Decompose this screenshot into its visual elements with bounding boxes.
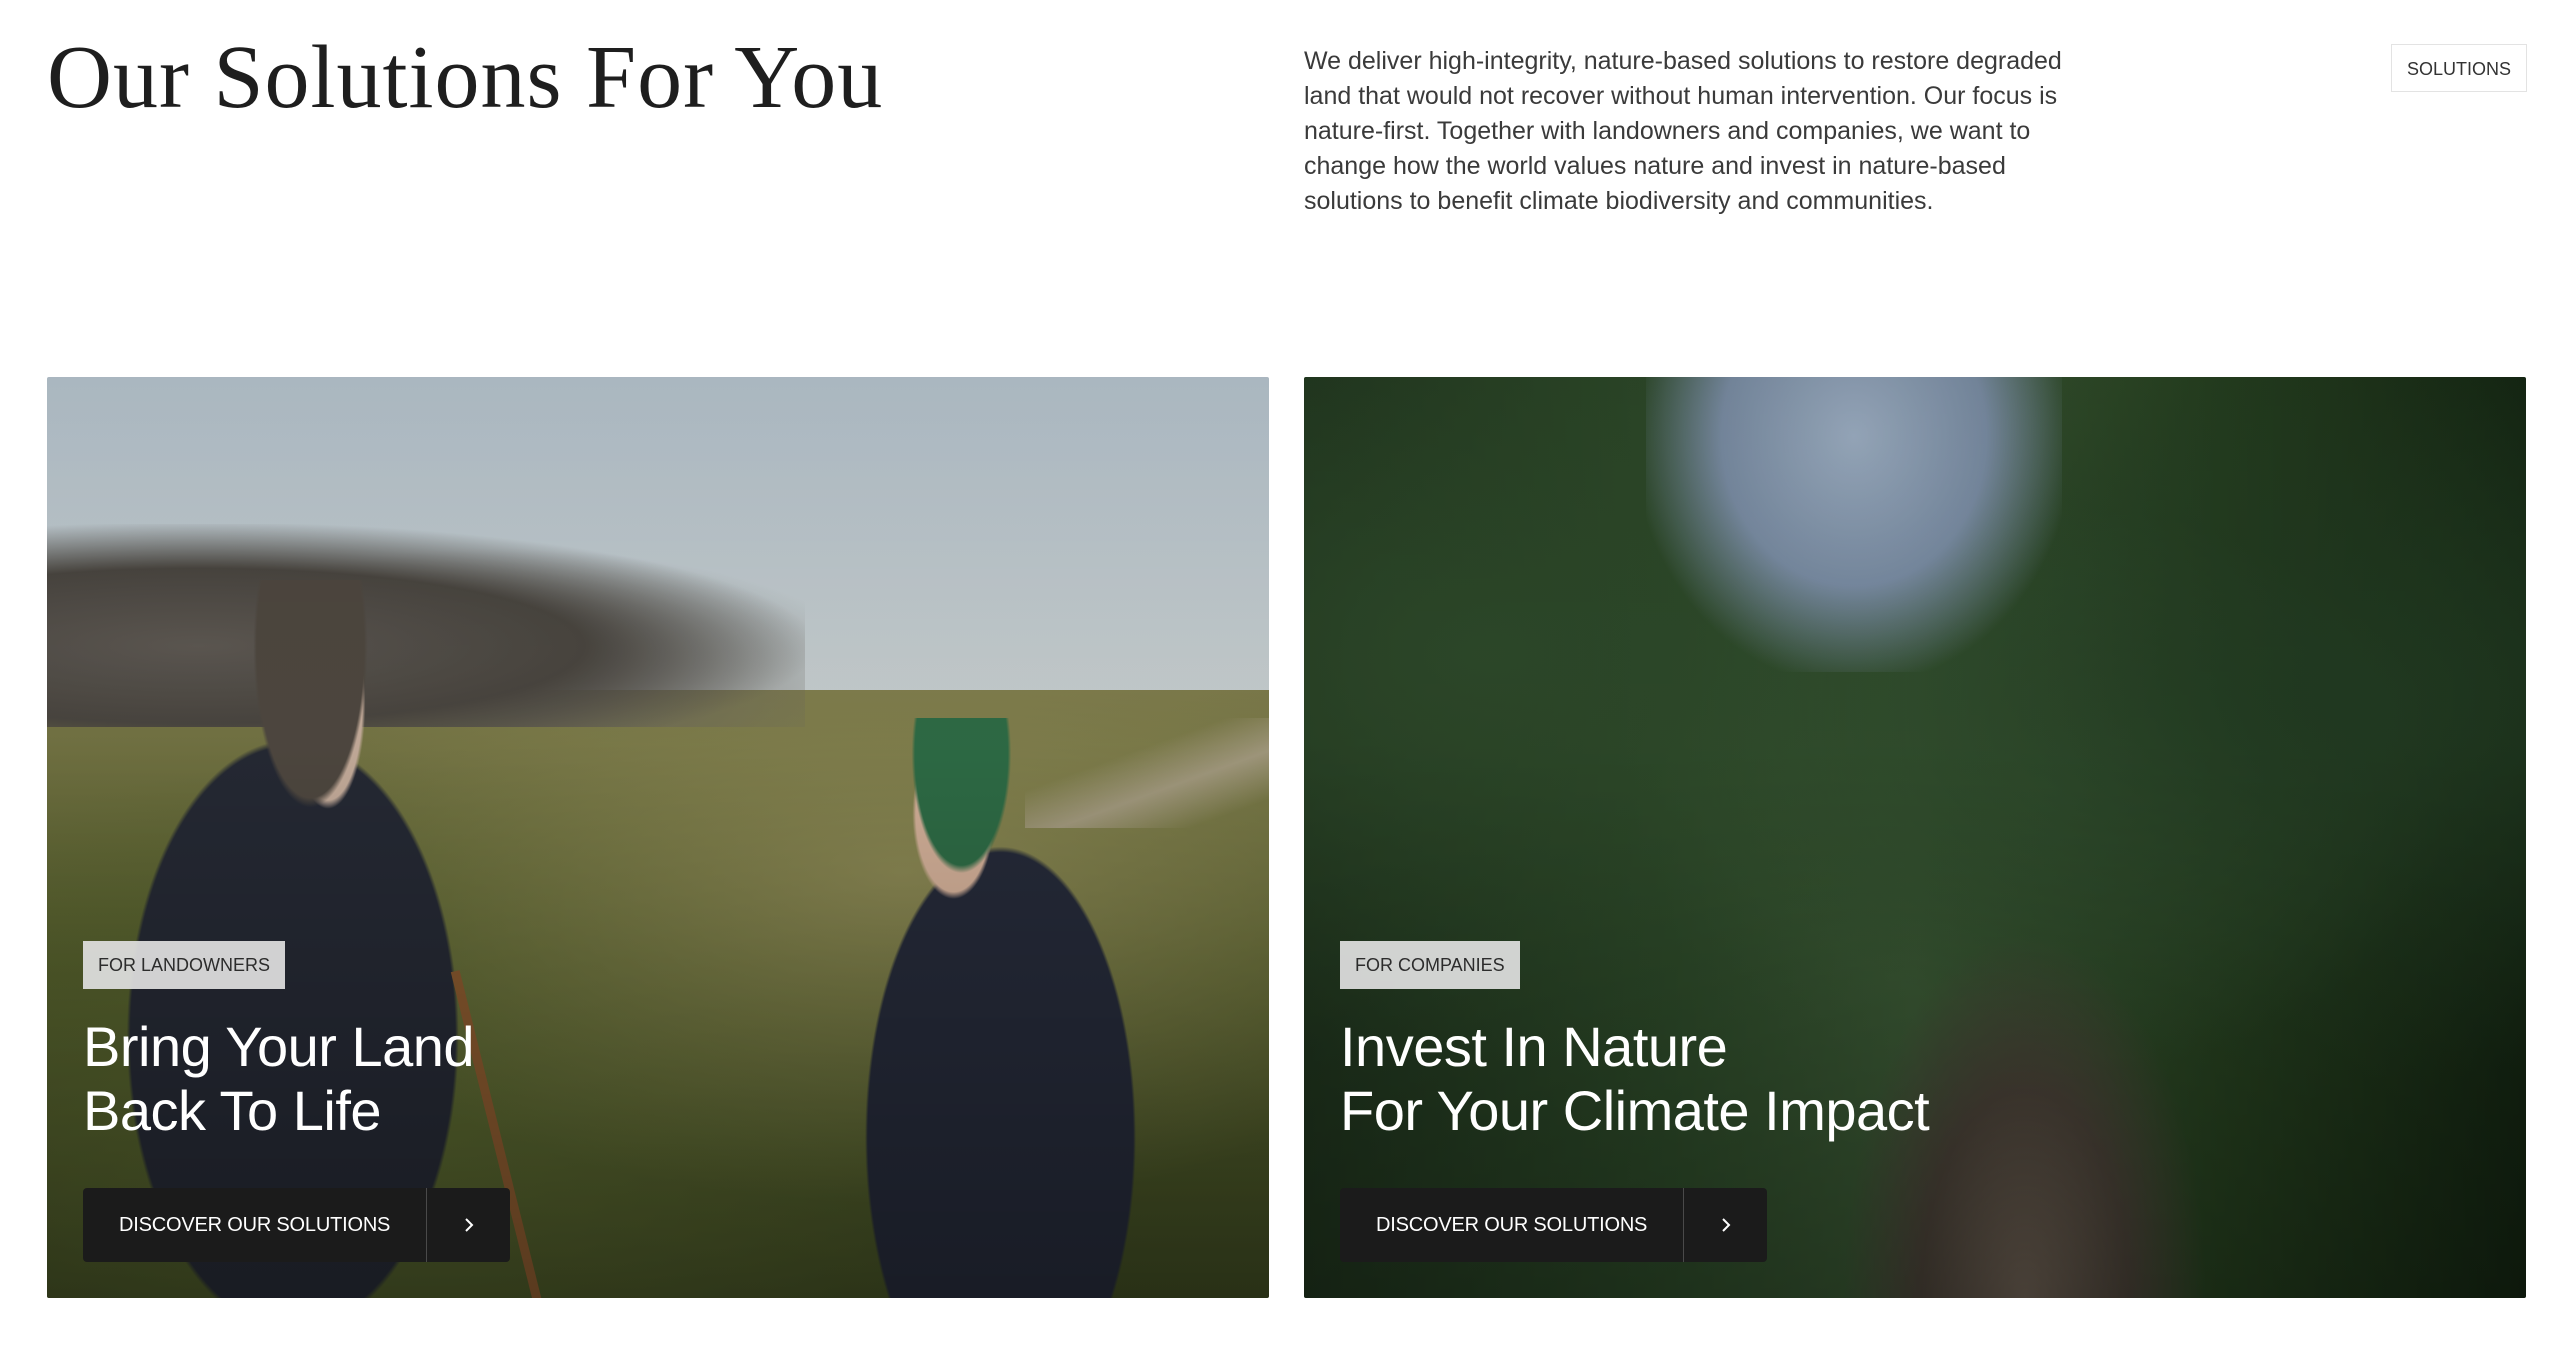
landowners-heading-line2: Back To Life (83, 1079, 382, 1142)
solutions-section: Our Solutions For You We deliver high-in… (0, 0, 2561, 1365)
companies-heading-line2: For Your Climate Impact (1340, 1079, 1930, 1142)
landowners-tag: FOR LANDOWNERS (83, 941, 286, 989)
section-badge: SOLUTIONS (2390, 44, 2527, 92)
companies-heading-line1: Invest In Nature (1340, 1015, 1728, 1078)
chevron-right-icon (426, 1188, 510, 1262)
discover-solutions-label: DISCOVER OUR SOLUTIONS (119, 1214, 391, 1236)
landowners-card[interactable]: FOR LANDOWNERS Bring Your Land Back To L… (47, 377, 1269, 1298)
landowners-heading: Bring Your Land Back To Life (83, 1015, 475, 1143)
discover-solutions-button-landowners[interactable]: DISCOVER OUR SOLUTIONS (83, 1188, 511, 1262)
discover-solutions-label: DISCOVER OUR SOLUTIONS (1376, 1214, 1648, 1236)
companies-tag: FOR COMPANIES (1340, 941, 1520, 989)
discover-solutions-button-companies[interactable]: DISCOVER OUR SOLUTIONS (1340, 1188, 1768, 1262)
intro-description: We deliver high-integrity, nature-based … (1304, 47, 2062, 215)
chevron-right-icon (1683, 1188, 1767, 1262)
companies-card[interactable]: FOR COMPANIES Invest In Nature For Your … (1304, 377, 2526, 1298)
landowners-heading-line1: Bring Your Land (83, 1015, 475, 1078)
page-title: Our Solutions For You (47, 28, 884, 127)
companies-heading: Invest In Nature For Your Climate Impact (1340, 1015, 1930, 1143)
